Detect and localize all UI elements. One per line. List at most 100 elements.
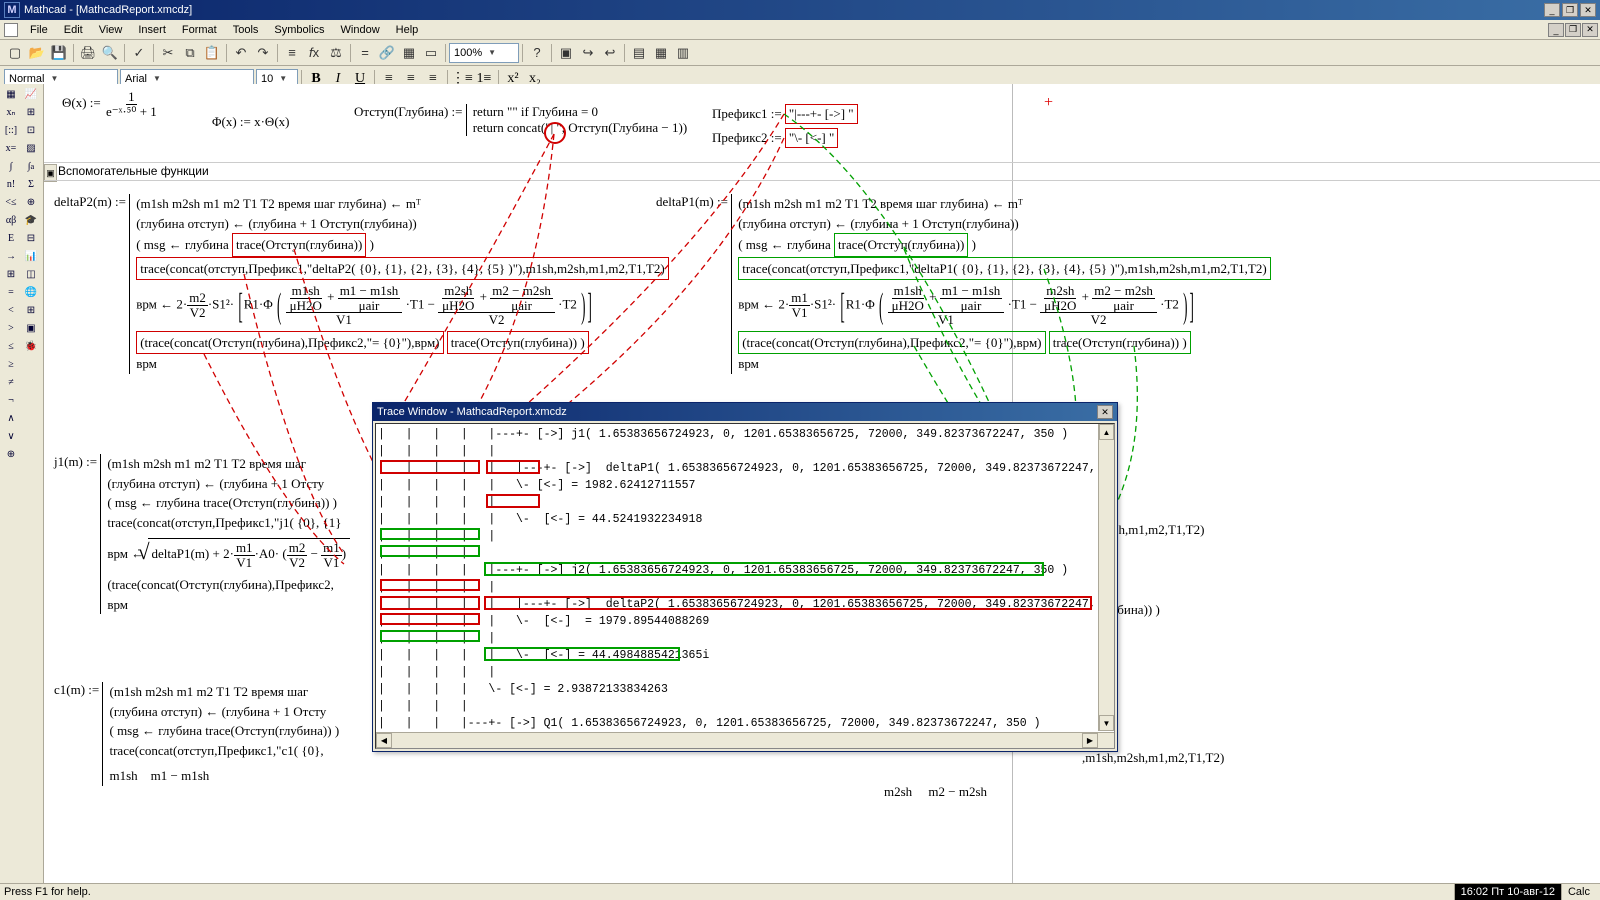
spellcheck-button[interactable]: ✓ [128, 42, 150, 64]
menu-insert[interactable]: Insert [130, 22, 174, 38]
pal-calculator[interactable]: ▦ [1, 85, 21, 103]
pal-xn[interactable]: xₙ [1, 103, 21, 121]
redo-button[interactable]: ↷ [252, 42, 274, 64]
worksheet[interactable]: + Θ(x) := 1e⁻ˣ·⁵⁰ + 1 Φ(x) := x·Θ(x) Отс… [44, 84, 1600, 884]
menu-help[interactable]: Help [388, 22, 427, 38]
zoom-combo[interactable]: 100% ▼ [449, 43, 519, 63]
pal-greek[interactable]: αβ [1, 211, 21, 229]
pal-win2[interactable]: ▣ [21, 319, 41, 337]
dropdown-arrow-icon: ▼ [488, 48, 496, 57]
pal-le[interactable]: ≤ [1, 337, 21, 355]
trace-window-titlebar[interactable]: Trace Window - MathcadReport.xmcdz ✕ [373, 403, 1117, 421]
trace-text[interactable]: | | | | |---+- [->] j1( 1.65383656724923… [376, 424, 1114, 749]
theta-definition[interactable]: Θ(x) := 1e⁻ˣ·⁵⁰ + 1 [62, 90, 159, 118]
prefix1-definition[interactable]: Префикс1 := "|---+- [->] " [712, 104, 858, 124]
undo-button[interactable]: ↶ [230, 42, 252, 64]
maximize-button[interactable]: ❐ [1562, 3, 1578, 17]
pal-integral[interactable]: ∫a [21, 157, 41, 175]
pal-graph[interactable]: 📈 [21, 85, 41, 103]
pal-equal[interactable]: = [1, 283, 21, 301]
pal-boolean[interactable]: ⊕ [21, 193, 41, 211]
dropdown-arrow-icon: ▼ [50, 74, 58, 83]
help-button[interactable]: ? [526, 42, 548, 64]
pal-win[interactable]: ⊞ [21, 301, 41, 319]
prefix2-definition[interactable]: Префикс2 := "\- [<-] " [712, 128, 838, 148]
trace-button-c[interactable]: ↩ [599, 42, 621, 64]
pal-surface[interactable]: ▨ [21, 139, 41, 157]
pal-bug[interactable]: 🐞 [21, 337, 41, 355]
align-regions-button[interactable]: ≡ [281, 42, 303, 64]
mdi-restore-button[interactable]: ❐ [1565, 23, 1581, 37]
pal-eval[interactable]: x= [1, 139, 21, 157]
pal-tool[interactable]: 🎓 [21, 211, 41, 229]
insert-hyperlink-button[interactable]: 🔗 [376, 42, 398, 64]
pal-vec[interactable]: ⊡ [21, 121, 41, 139]
pal-3d[interactable]: ◫ [21, 265, 41, 283]
trace-button-a[interactable]: ▣ [555, 42, 577, 64]
j1-definition[interactable]: j1(m) := (m1sh m2sh m1 m2 T1 T2 время ша… [54, 454, 350, 614]
menu-view[interactable]: View [91, 22, 131, 38]
scroll-down-button[interactable]: ▼ [1099, 715, 1114, 731]
mdi-minimize-button[interactable]: _ [1548, 23, 1564, 37]
pal-and[interactable]: ∧ [1, 409, 21, 427]
grid-button-b[interactable]: ▥ [672, 42, 694, 64]
menu-tools[interactable]: Tools [225, 22, 267, 38]
menu-edit[interactable]: Edit [56, 22, 91, 38]
pal-plot[interactable]: ⊞ [21, 103, 41, 121]
trace-close-button[interactable]: ✕ [1097, 405, 1113, 419]
open-button[interactable]: 📂 [26, 42, 48, 64]
new-button[interactable]: ▢ [4, 42, 26, 64]
phi-definition[interactable]: Φ(x) := x·Θ(x) [212, 114, 289, 130]
menu-format[interactable]: Format [174, 22, 225, 38]
pal-mod[interactable]: ⊞ [1, 265, 21, 283]
minimize-button[interactable]: _ [1544, 3, 1560, 17]
paste-button[interactable]: 📋 [201, 42, 223, 64]
cut-button[interactable]: ✂ [157, 42, 179, 64]
close-button[interactable]: ✕ [1580, 3, 1596, 17]
ruler-button[interactable]: ▤ [628, 42, 650, 64]
deltap2-definition[interactable]: deltaP2(m) := (m1sh m2sh m1 m2 T1 T2 вре… [54, 194, 669, 374]
scroll-right-button[interactable]: ▶ [1082, 733, 1098, 748]
trace-horizontal-scrollbar[interactable]: ◀ ▶ [376, 732, 1114, 748]
pal-prog2[interactable]: ⊟ [21, 229, 41, 247]
pal-sqr[interactable]: n! [1, 175, 21, 193]
pal-prog[interactable]: E [1, 229, 21, 247]
print-preview-button[interactable]: 🔍 [99, 42, 121, 64]
insert-function-button[interactable]: fx [303, 42, 325, 64]
c1-frag-right: m2sh m2 − m2sh [884, 784, 987, 800]
trace-button-b[interactable]: ↪ [577, 42, 599, 64]
save-button[interactable]: 💾 [48, 42, 70, 64]
grid-button-a[interactable]: ▦ [650, 42, 672, 64]
trace-vertical-scrollbar[interactable]: ▲ ▼ [1098, 424, 1114, 731]
pal-chart[interactable]: 📊 [21, 247, 41, 265]
pal-ge[interactable]: ≥ [1, 355, 21, 373]
pal-sum[interactable]: Σ [21, 175, 41, 193]
menu-symbolics[interactable]: Symbolics [266, 22, 332, 38]
insert-unit-button[interactable]: ⚖ [325, 42, 347, 64]
pal-bool[interactable]: <≤ [1, 193, 21, 211]
pal-ne[interactable]: ≠ [1, 373, 21, 391]
c1-definition[interactable]: c1(m) := (m1sh m2sh m1 m2 T1 T2 время ша… [54, 682, 339, 786]
pal-calc[interactable]: ∫ [1, 157, 21, 175]
insert-component-button[interactable]: ▦ [398, 42, 420, 64]
run-button[interactable]: ▭ [420, 42, 442, 64]
scroll-left-button[interactable]: ◀ [376, 733, 392, 748]
pal-or[interactable]: ∨ [1, 427, 21, 445]
calculate-button[interactable]: = [354, 42, 376, 64]
pal-xor[interactable]: ⊕ [1, 445, 21, 463]
trace-window[interactable]: Trace Window - MathcadReport.xmcdz ✕ | |… [372, 402, 1118, 752]
menu-file[interactable]: File [22, 22, 56, 38]
deltap1-definition[interactable]: deltaP1(m) := (m1sh m2sh m1 m2 T1 T2 вре… [656, 194, 1271, 374]
pal-not[interactable]: ¬ [1, 391, 21, 409]
otstup-definition[interactable]: Отступ(Глубина) := return "" if Глубина … [354, 104, 687, 136]
scroll-up-button[interactable]: ▲ [1099, 424, 1114, 440]
pal-sym[interactable]: → [1, 247, 21, 265]
copy-button[interactable]: ⧉ [179, 42, 201, 64]
pal-matrix[interactable]: [::] [1, 121, 21, 139]
mdi-close-button[interactable]: ✕ [1582, 23, 1598, 37]
pal-gt[interactable]: > [1, 319, 21, 337]
menu-window[interactable]: Window [333, 22, 388, 38]
pal-globe[interactable]: 🌐 [21, 283, 41, 301]
print-button[interactable]: 🖨 [77, 42, 99, 64]
pal-lt[interactable]: < [1, 301, 21, 319]
